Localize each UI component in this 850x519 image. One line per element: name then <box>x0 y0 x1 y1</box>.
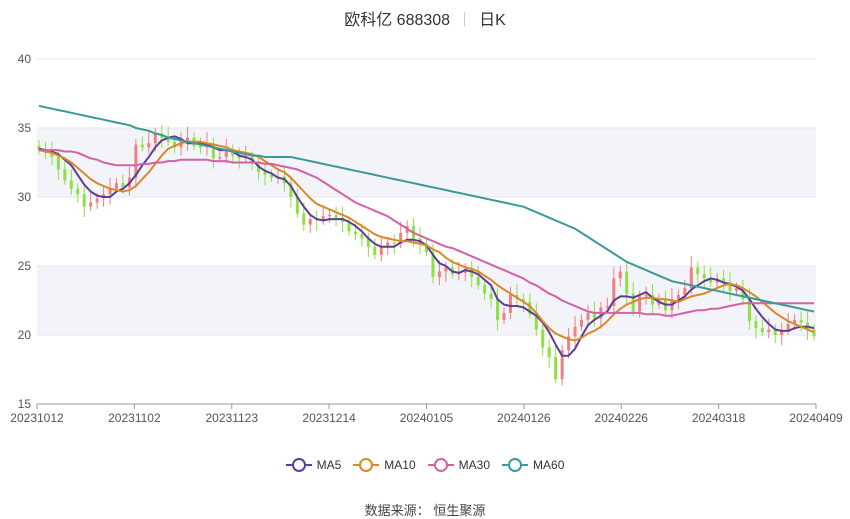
y-tick-label: 40 <box>18 52 32 66</box>
candle-body <box>767 329 771 333</box>
legend: MA5 MA10 MA30 MA60 <box>0 458 850 475</box>
x-tick-label: 20240105 <box>400 411 454 425</box>
candle-body <box>82 194 86 207</box>
candle-body <box>644 294 648 297</box>
candle-body <box>63 169 67 181</box>
candle-body <box>153 133 157 144</box>
candle-body <box>760 328 764 333</box>
candle-body <box>308 219 312 225</box>
background-bands <box>37 128 816 335</box>
legend-item-ma5[interactable]: MA5 <box>285 458 342 472</box>
grid-lines <box>37 58 816 405</box>
legend-label: MA60 <box>533 458 565 472</box>
legend-label: MA5 <box>316 458 342 472</box>
y-tick-label: 15 <box>18 397 32 411</box>
candle-body <box>541 329 545 348</box>
candle-body <box>496 299 500 320</box>
y-tick-label: 25 <box>18 259 32 273</box>
candle-body <box>95 198 99 203</box>
candle-body <box>625 271 629 294</box>
candle-body <box>360 234 364 239</box>
candle-body <box>586 312 590 320</box>
candle-body <box>799 319 803 323</box>
candle-body <box>489 293 493 300</box>
x-tick-label: 20231102 <box>108 411 161 425</box>
candle-body <box>140 144 144 148</box>
candle-body <box>483 285 487 294</box>
candle-body <box>754 321 758 329</box>
candle-body <box>812 329 816 337</box>
candlestick-chart: 152025303540 20231012 20231102 20231123 202… <box>10 52 843 425</box>
candle-body <box>186 137 190 141</box>
candle-body <box>580 319 583 327</box>
candle-body <box>302 213 306 225</box>
candle-body <box>373 246 377 255</box>
legend-label: MA30 <box>458 458 491 472</box>
band-20-25 <box>37 266 816 335</box>
candle-body <box>618 271 622 279</box>
x-tick-label: 20231012 <box>10 411 64 425</box>
legend-marker-icon <box>285 458 312 472</box>
candle-body <box>76 188 80 195</box>
data-source: 数据来源： 恒生聚源 <box>0 500 850 519</box>
legend-marker-circle <box>433 458 448 472</box>
y-axis-ticks: 15 20 25 30 35 40 <box>18 52 32 411</box>
candle-body <box>334 214 338 218</box>
candle-body <box>392 242 396 244</box>
x-tick-label: 20240409 <box>789 411 843 425</box>
candle-body <box>573 326 577 337</box>
candle-body <box>437 271 441 278</box>
candle-body <box>508 294 512 313</box>
legend-marker-icon <box>502 458 529 472</box>
candle-body <box>676 294 680 300</box>
candle-body <box>547 347 551 358</box>
candle-body <box>605 306 609 308</box>
x-tick-label: 20231214 <box>302 411 356 425</box>
legend-marker-circle <box>291 458 306 472</box>
candle-body <box>115 183 118 189</box>
candle-body <box>502 312 506 320</box>
candle-body <box>696 267 700 275</box>
candle-body <box>198 145 202 148</box>
candle-body <box>69 180 73 189</box>
candle-body <box>89 202 93 207</box>
legend-marker-icon <box>427 458 454 472</box>
candle-body <box>353 231 357 235</box>
legend-item-ma30[interactable]: MA30 <box>427 458 491 472</box>
candle-body <box>554 357 558 380</box>
legend-label: MA10 <box>384 458 416 472</box>
legend-marker-icon <box>353 458 380 472</box>
legend-item-ma60[interactable]: MA60 <box>502 458 564 472</box>
y-tick-label: 35 <box>18 121 32 135</box>
legend-marker-circle <box>508 458 523 472</box>
y-tick-label: 20 <box>18 328 32 342</box>
x-tick-label: 20240226 <box>595 411 649 425</box>
candle-body <box>379 246 383 255</box>
candle-body <box>476 277 480 286</box>
candle-body <box>263 172 267 175</box>
x-tick-label: 20240318 <box>692 411 746 425</box>
candle-body <box>702 274 706 279</box>
candle-body <box>56 156 60 170</box>
y-tick-label: 30 <box>18 190 32 204</box>
legend-item-ma10[interactable]: MA10 <box>353 458 416 472</box>
candle-body <box>328 214 332 217</box>
x-tick-label: 20240126 <box>497 411 551 425</box>
candle-body <box>147 143 151 148</box>
legend-marker-circle <box>359 458 374 472</box>
x-axis: 20231012 20231102 20231123 20231214 20240105… <box>10 403 843 425</box>
x-tick-label: 20231123 <box>206 411 259 425</box>
candle-body <box>218 156 222 159</box>
